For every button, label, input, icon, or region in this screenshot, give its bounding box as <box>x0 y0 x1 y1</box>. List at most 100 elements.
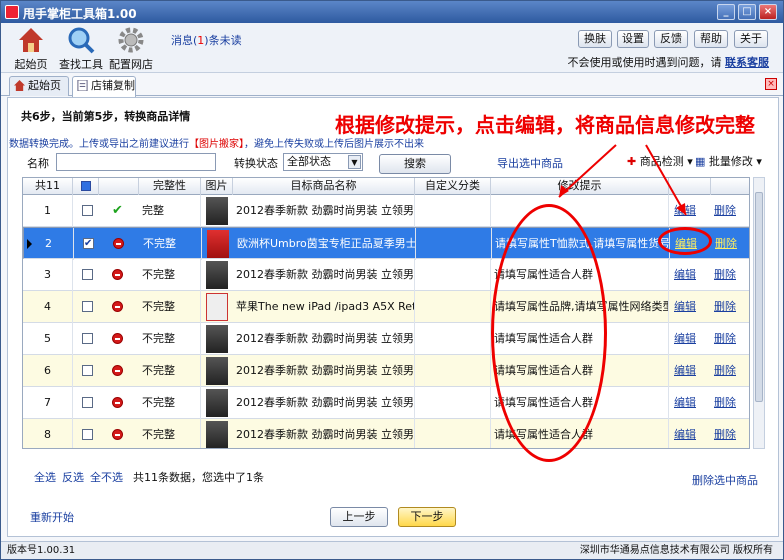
table-row[interactable]: 1 ✔ 完整 2012春季新款 劲霸时尚男装 立领男... 编辑 删除 <box>23 195 749 227</box>
row-number: 1 <box>23 195 73 227</box>
row-checkbox[interactable] <box>82 365 93 376</box>
name-input[interactable] <box>56 153 216 171</box>
table-row[interactable]: 7 不完整 2012春季新款 劲霸时尚男装 立领男... 请填写属性适合人群 编辑 删除 <box>23 387 749 419</box>
close-tab-icon[interactable]: × <box>765 78 777 90</box>
skin-button[interactable]: 换肤 <box>578 30 612 48</box>
edit-link[interactable]: 编辑 <box>674 323 696 355</box>
row-checkbox[interactable] <box>82 269 93 280</box>
row-checkbox[interactable] <box>82 333 93 344</box>
delete-selected-link[interactable]: 删除选中商品 <box>692 472 758 488</box>
edit-link[interactable]: 编辑 <box>674 291 696 323</box>
product-check-button[interactable]: ✚ 商品检测 ▾ <box>627 153 693 169</box>
grid-scrollbar[interactable] <box>753 177 765 449</box>
edit-link[interactable]: 编辑 <box>674 355 696 387</box>
image-move-link[interactable]: 【图片搬家】 <box>189 139 244 150</box>
maximize-button[interactable]: □ <box>738 4 756 20</box>
delete-link[interactable]: 删除 <box>714 259 736 291</box>
delete-link[interactable]: 删除 <box>714 387 736 419</box>
help-prefix: 不会使用或使用时遇到问题，请 <box>567 56 722 69</box>
header-category: 自定义分类 <box>415 178 491 195</box>
row-number: 6 <box>23 355 73 387</box>
edit-link[interactable]: 编辑 <box>674 259 696 291</box>
row-product-name: 2012春季新款 劲霸时尚男装 立领男... <box>233 387 415 419</box>
row-number: 7 <box>23 387 73 419</box>
header-checkbox-icon <box>80 181 91 191</box>
search-button[interactable]: 搜索 <box>379 154 451 174</box>
prev-step-button[interactable]: 上一步 <box>330 507 388 527</box>
magnifier-icon <box>68 27 95 54</box>
table-row[interactable]: 2不完整欧洲杯Umbro茵宝专柜正品夏季男士...请填写属性T恤款式,请填写属性… <box>23 227 749 260</box>
row-integrity: 不完整 <box>139 291 201 323</box>
row-integrity: 不完整 <box>139 387 201 419</box>
export-selected-link[interactable]: 导出选中商品 <box>497 155 563 171</box>
close-button[interactable]: × <box>759 4 777 20</box>
header-hint: 修改提示 <box>491 178 669 195</box>
status-select[interactable]: 全部状态 ▼ <box>283 153 363 171</box>
next-step-button[interactable]: 下一步 <box>398 507 456 527</box>
contact-support-link[interactable]: 联系客服 <box>725 56 769 69</box>
grid-header: 共11 完整性 图片 目标商品名称 自定义分类 修改提示 <box>23 178 749 195</box>
row-checkbox[interactable] <box>83 236 94 252</box>
restart-link[interactable]: 重新开始 <box>30 509 74 525</box>
grid-icon: ▦ <box>695 155 706 168</box>
row-number: 5 <box>23 323 73 355</box>
select-none-link[interactable]: 全不选 <box>90 469 123 485</box>
row-number: 4 <box>23 291 73 323</box>
table-row[interactable]: 3 不完整 2012春季新款 劲霸时尚男装 立领男... 请填写属性适合人群 编辑 删除 <box>23 259 749 291</box>
house-icon <box>14 80 25 91</box>
delete-link[interactable]: 删除 <box>714 195 736 227</box>
tab-start-page[interactable]: 起始页 <box>9 76 69 96</box>
table-row[interactable]: 8 不完整 2012春季新款 劲霸时尚男装 立领男... 请填写属性适合人群 编辑 删除 <box>23 419 749 448</box>
row-checkbox[interactable] <box>82 205 93 216</box>
row-product-name: 2012春季新款 劲霸时尚男装 立领男... <box>233 323 415 355</box>
row-category <box>415 195 491 227</box>
product-thumbnail <box>206 357 228 385</box>
table-row[interactable]: 4不完整苹果The new iPad /ipad3 A5X Retina...请… <box>23 291 749 323</box>
select-all-link[interactable]: 全选 <box>34 469 56 485</box>
selection-summary: 共11条数据，您选中了1条 <box>133 471 264 484</box>
header-count: 共11 <box>23 178 73 195</box>
batch-edit-button[interactable]: ▦ 批量修改 ▾ <box>695 153 762 169</box>
edit-link[interactable]: 编辑 <box>674 387 696 419</box>
header-name: 目标商品名称 <box>233 178 415 195</box>
invert-selection-link[interactable]: 反选 <box>62 469 84 485</box>
delete-link[interactable]: 删除 <box>714 323 736 355</box>
row-category <box>415 419 491 448</box>
tab-shop-copy[interactable]: 店铺复制 <box>72 76 136 97</box>
toolbar-config-shop[interactable]: 配置网店 <box>105 26 157 72</box>
edit-highlight-ellipse <box>658 227 712 255</box>
delete-link[interactable]: 删除 <box>714 355 736 387</box>
row-checkbox[interactable] <box>82 397 93 408</box>
about-button[interactable]: 关于 <box>734 30 768 48</box>
message-link[interactable]: 消息(1)条未读 <box>171 32 242 48</box>
row-checkbox[interactable] <box>82 301 93 312</box>
batch-label: 批量修改 <box>708 155 753 168</box>
help-button[interactable]: 帮助 <box>694 30 728 48</box>
toolbar-label: 查找工具 <box>59 58 103 71</box>
toolbar-start-page[interactable]: 起始页 <box>5 26 57 72</box>
delete-link[interactable]: 删除 <box>714 419 736 448</box>
row-checkbox[interactable] <box>82 429 93 440</box>
header-select-all[interactable] <box>73 178 99 195</box>
hint-highlight-ellipse <box>491 204 607 462</box>
scrollbar-thumb[interactable] <box>755 192 763 402</box>
table-row[interactable]: 6 不完整 2012春季新款 劲霸时尚男装 立领男... 请填写属性适合人群 编辑 删除 <box>23 355 749 387</box>
plus-icon: ✚ <box>627 155 637 168</box>
delete-link[interactable]: 删除 <box>715 228 737 260</box>
minimize-button[interactable]: _ <box>717 4 735 20</box>
row-integrity: 不完整 <box>140 228 202 260</box>
copyright-text: 深圳市华通易点信息技术有限公司 版权所有 <box>579 545 773 556</box>
name-label: 名称 <box>27 157 49 170</box>
main-toolbar: 起始页 查找工具 配置网店 消息(1)条未读 换肤 设置 反馈 帮助 关于 不会… <box>1 23 783 73</box>
message-prefix: 消息( <box>171 34 198 47</box>
table-row[interactable]: 5 不完整 2012春季新款 劲霸时尚男装 立领男... 请填写属性适合人群 编辑 删除 <box>23 323 749 355</box>
settings-button[interactable]: 设置 <box>617 30 649 48</box>
note-suffix: ，避免上传失败或上传后图片展示不出来 <box>244 139 424 150</box>
version-text: 版本号1.00.31 <box>7 545 76 556</box>
edit-link[interactable]: 编辑 <box>674 419 696 448</box>
delete-link[interactable]: 删除 <box>714 291 736 323</box>
app-window: 甩手掌柜工具箱1.00 _ □ × 起始页 查找工具 配置网店 消息(1)条未读… <box>0 0 784 560</box>
feedback-button[interactable]: 反馈 <box>654 30 688 48</box>
edit-link[interactable]: 编辑 <box>674 195 696 227</box>
toolbar-find-tools[interactable]: 查找工具 <box>55 26 107 72</box>
